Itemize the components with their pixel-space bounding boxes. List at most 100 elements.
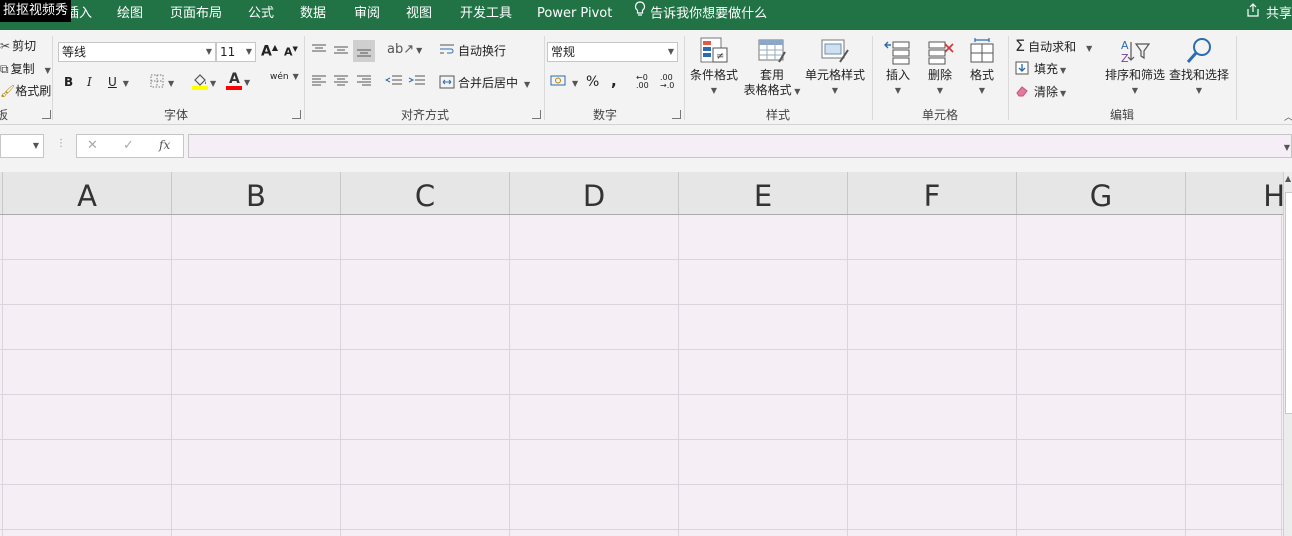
- fill-color-button[interactable]: ▼: [192, 72, 216, 93]
- copy-button[interactable]: ⧉ 复制 ▼: [0, 60, 51, 77]
- conditional-formatting-button[interactable]: ≠ 条件格式 ▼: [688, 36, 740, 98]
- increase-indent-icon: [408, 75, 426, 90]
- align-top-icon: [311, 43, 327, 60]
- worksheet-grid[interactable]: [0, 215, 1283, 536]
- increase-decimal-button[interactable]: ←0.00: [636, 74, 649, 91]
- collapse-ribbon-button[interactable]: ︿: [1284, 110, 1292, 123]
- insert-function-button[interactable]: fx: [159, 138, 170, 152]
- group-divider: [1236, 36, 1237, 120]
- format-as-table-button[interactable]: 套用 表格格式 ▼: [742, 36, 802, 99]
- fill-down-icon: [1015, 61, 1029, 78]
- share-button[interactable]: 共享: [1246, 0, 1292, 30]
- align-middle-button[interactable]: [333, 43, 349, 60]
- comma-style-button[interactable]: ,: [611, 72, 617, 90]
- merge-center-label: 合并后居中: [458, 76, 519, 90]
- font-size-select[interactable]: 11 ▼: [216, 42, 256, 62]
- column-header-c[interactable]: C: [341, 172, 510, 214]
- copy-icon: ⧉: [0, 62, 9, 76]
- format-cells-button[interactable]: 格式 ▼: [964, 36, 1000, 98]
- percent-button[interactable]: %: [586, 74, 599, 90]
- find-select-button[interactable]: 查找和选择 ▼: [1168, 36, 1230, 98]
- column-header-b[interactable]: B: [172, 172, 341, 214]
- scrollbar-thumb[interactable]: [1285, 192, 1292, 414]
- tab-power-pivot[interactable]: Power Pivot: [537, 0, 612, 30]
- tab-page-layout[interactable]: 页面布局: [170, 0, 222, 30]
- column-header-e[interactable]: E: [679, 172, 848, 214]
- column-header-a[interactable]: A: [3, 172, 172, 214]
- underline-button[interactable]: U ▼: [108, 75, 129, 89]
- column-header-d[interactable]: D: [510, 172, 679, 214]
- vertical-scrollbar[interactable]: ▲: [1283, 172, 1292, 536]
- alignment-launcher-icon[interactable]: [532, 110, 541, 119]
- scroll-up-icon[interactable]: ▲: [1285, 174, 1291, 183]
- column-header-row: A B C D E F G H: [0, 172, 1292, 215]
- formula-buttons: ✕ ✓ fx: [76, 134, 184, 158]
- decrease-indent-button[interactable]: [384, 75, 403, 90]
- align-right-button[interactable]: [356, 75, 372, 90]
- column-header-h[interactable]: H: [1186, 172, 1285, 214]
- clipboard-launcher-icon[interactable]: [42, 110, 51, 119]
- clear-button[interactable]: 清除 ▼: [1015, 83, 1066, 100]
- cut-button[interactable]: ✂ 剪切: [0, 37, 36, 54]
- column-header-g[interactable]: G: [1017, 172, 1186, 214]
- align-top-button[interactable]: [311, 43, 327, 60]
- name-box[interactable]: ▼: [0, 134, 44, 158]
- fill-button[interactable]: 填充 ▼: [1015, 60, 1066, 78]
- wrap-text-button[interactable]: 自动换行: [439, 42, 506, 60]
- italic-button[interactable]: I: [87, 75, 92, 89]
- grow-font-button[interactable]: A▲: [261, 43, 278, 60]
- font-color-button[interactable]: A ▼: [226, 71, 250, 90]
- expand-formula-bar-icon[interactable]: ▼: [1284, 139, 1290, 153]
- number-format-select[interactable]: 常规 ▼: [547, 42, 678, 62]
- tab-formulas[interactable]: 公式: [248, 0, 274, 30]
- merge-center-button[interactable]: 合并后居中 ▼: [439, 74, 530, 92]
- font-launcher-icon[interactable]: [292, 110, 301, 119]
- copy-label: 复制: [10, 62, 35, 76]
- group-divider: [544, 36, 545, 120]
- wrap-text-icon: [439, 43, 455, 60]
- sort-filter-button[interactable]: AZ 排序和筛选 ▼: [1104, 36, 1166, 98]
- confirm-entry-button[interactable]: ✓: [123, 138, 134, 153]
- formula-bar: ▼ ⋮ ✕ ✓ fx ▼: [0, 131, 1292, 163]
- autosum-button[interactable]: Σ 自动求和 ▼: [1015, 36, 1092, 55]
- align-bottom-button[interactable]: [353, 40, 375, 62]
- group-divider: [304, 36, 305, 120]
- tab-draw[interactable]: 绘图: [117, 0, 143, 30]
- insert-cells-button[interactable]: 插入 ▼: [880, 36, 916, 98]
- column-header-f[interactable]: F: [848, 172, 1017, 214]
- format-painter-button[interactable]: 🖌格式刷: [0, 82, 51, 99]
- borders-button[interactable]: ▼: [150, 74, 174, 91]
- font-name-select[interactable]: 等线 ▼: [58, 42, 216, 62]
- tab-developer[interactable]: 开发工具: [460, 0, 512, 30]
- phonetic-label: wén: [270, 72, 289, 82]
- tab-data[interactable]: 数据: [300, 0, 326, 30]
- increase-indent-button[interactable]: [408, 75, 426, 90]
- watermark-label: 抠抠视频秀: [0, 0, 72, 22]
- delete-cells-label: 删除: [927, 68, 952, 82]
- tab-view[interactable]: 视图: [406, 0, 432, 30]
- tab-review[interactable]: 审阅: [354, 0, 380, 30]
- orientation-button[interactable]: ab↗ ▼: [387, 42, 422, 57]
- share-label: 共享: [1265, 6, 1292, 22]
- paintbrush-icon: 🖌: [0, 84, 16, 98]
- number-launcher-icon[interactable]: [672, 110, 681, 119]
- scissors-icon: ✂: [0, 39, 11, 53]
- align-left-button[interactable]: [311, 75, 327, 90]
- delete-cells-button[interactable]: 删除 ▼: [922, 36, 958, 98]
- cell-styles-button[interactable]: 单元格样式 ▼: [804, 36, 866, 98]
- font-color-letter: A: [229, 71, 240, 87]
- formula-input[interactable]: [188, 134, 1292, 158]
- bold-button[interactable]: B: [64, 75, 73, 89]
- accounting-format-button[interactable]: ▼: [550, 74, 578, 91]
- align-right-icon: [356, 75, 372, 90]
- group-divider: [872, 36, 873, 120]
- align-center-button[interactable]: [333, 75, 349, 90]
- align-left-icon: [311, 75, 327, 90]
- autosum-label: 自动求和: [1028, 40, 1077, 54]
- decrease-decimal-button[interactable]: .00 →.0: [660, 74, 674, 91]
- shrink-font-button[interactable]: A▼: [284, 45, 298, 59]
- insert-cells-icon: [880, 36, 916, 68]
- cancel-entry-button[interactable]: ✕: [87, 138, 98, 153]
- phonetic-guide-button[interactable]: wén ▼: [270, 72, 299, 82]
- tell-me-search[interactable]: 告诉我你想要做什么: [634, 0, 767, 30]
